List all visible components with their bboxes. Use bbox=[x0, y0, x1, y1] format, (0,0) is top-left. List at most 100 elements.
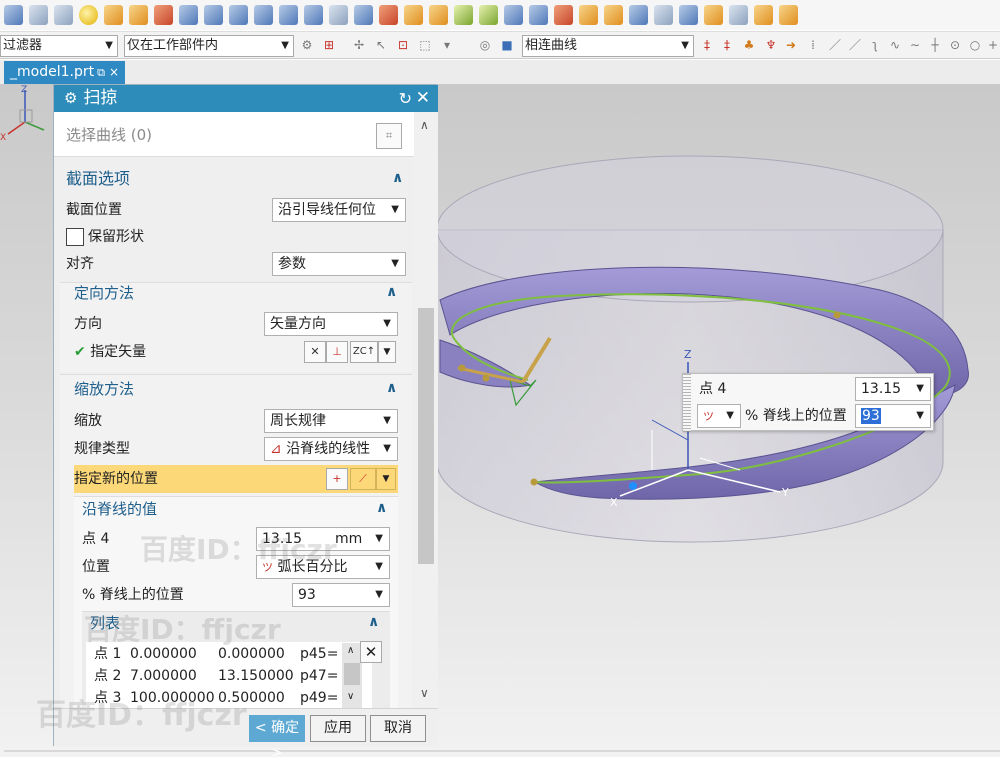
curve-select-icon[interactable]: ⌗ bbox=[376, 123, 402, 149]
point-icon[interactable] bbox=[479, 5, 498, 25]
close-icon[interactable]: × bbox=[109, 65, 119, 79]
intersect-icon[interactable]: ‡ bbox=[700, 38, 714, 52]
reset-icon[interactable]: ↻ bbox=[399, 85, 412, 112]
line-icon[interactable]: ／ bbox=[828, 38, 842, 52]
scroll-thumb[interactable] bbox=[418, 308, 434, 564]
pin-icon[interactable]: ⧉ bbox=[97, 66, 105, 79]
table-cell[interactable]: p45= bbox=[300, 643, 338, 665]
chevron-up-icon[interactable]: ∧ bbox=[386, 284, 397, 300]
sphere-icon[interactable] bbox=[79, 5, 98, 25]
scope-dropdown[interactable]: 仅在工作部件内 ▼ bbox=[124, 35, 294, 57]
curve-rule-dropdown[interactable]: 相连曲线 ▼ bbox=[522, 35, 694, 57]
draft-icon[interactable] bbox=[379, 5, 398, 25]
shell-icon[interactable] bbox=[254, 5, 273, 25]
chevron-up-icon[interactable]: ∧ bbox=[347, 645, 354, 656]
orientation-header[interactable]: 定向方法 bbox=[74, 278, 134, 308]
nx5-icon[interactable] bbox=[154, 5, 173, 25]
scaling-header[interactable]: 缩放方法 bbox=[74, 374, 134, 404]
select-filter-icon[interactable]: ⊞ bbox=[322, 38, 336, 52]
snap-icon[interactable]: ⚙ bbox=[300, 38, 314, 52]
pattern-icon[interactable] bbox=[429, 5, 448, 25]
curve-icon[interactable] bbox=[454, 5, 473, 25]
revolve-icon[interactable] bbox=[204, 5, 223, 25]
remove-point-icon[interactable]: ✕ bbox=[360, 641, 382, 663]
osi-percent-field[interactable]: 93 ▼ bbox=[855, 404, 931, 428]
inferred-vector-icon[interactable]: ⊥ bbox=[326, 341, 348, 363]
arrow-right-icon[interactable]: ➜ bbox=[784, 38, 798, 52]
zc-axis-icon[interactable]: ZC↑ bbox=[350, 341, 378, 363]
chevron-up-icon[interactable]: ∧ bbox=[376, 500, 387, 516]
percent-field[interactable]: 93 ▼ bbox=[292, 583, 390, 607]
dialog-title-bar[interactable]: ⚙ 扫掠 ↻ ✕ bbox=[54, 85, 438, 112]
law-type-dropdown[interactable]: ⊿ 沿脊线的线性 ▼ bbox=[264, 437, 398, 461]
circle-icon[interactable]: ○ bbox=[968, 38, 982, 52]
view-icon[interactable] bbox=[679, 5, 698, 25]
offset-icon[interactable] bbox=[329, 5, 348, 25]
ok-button[interactable]: < 确定 > bbox=[249, 715, 305, 757]
table-cell[interactable]: 点 2 bbox=[94, 665, 121, 687]
table-cell[interactable]: 13.150000 bbox=[218, 665, 294, 687]
cursor-icon[interactable]: ↖ bbox=[374, 38, 388, 52]
edit-icon[interactable] bbox=[754, 5, 773, 25]
mirror-icon[interactable] bbox=[529, 5, 548, 25]
chevron-down-icon[interactable]: ∨ bbox=[347, 691, 354, 702]
spline-icon[interactable]: ∿ bbox=[888, 38, 902, 52]
lasso-select-icon[interactable]: ▾ bbox=[440, 38, 454, 52]
face-icon[interactable] bbox=[354, 5, 373, 25]
measure-icon[interactable] bbox=[654, 5, 673, 25]
book-icon[interactable] bbox=[504, 5, 523, 25]
tab-model-prt[interactable]: _model1.prt ⧉ × bbox=[4, 61, 126, 84]
table-scroll-thumb[interactable] bbox=[344, 663, 360, 685]
chevron-up-icon[interactable]: ∧ bbox=[420, 118, 429, 132]
cone-icon[interactable] bbox=[54, 5, 73, 25]
chevron-up-icon[interactable]: ∧ bbox=[392, 170, 403, 186]
sweep-icon[interactable] bbox=[229, 5, 248, 25]
drag-grip[interactable] bbox=[683, 374, 691, 432]
line-icon[interactable]: ／ bbox=[848, 38, 862, 52]
filter-dropdown[interactable]: 过滤器 ▼ bbox=[0, 35, 118, 57]
sheet-icon[interactable] bbox=[579, 5, 598, 25]
vector-dialog-icon[interactable]: ✕ bbox=[304, 341, 326, 363]
chevron-down-icon[interactable]: ▼ bbox=[378, 341, 396, 363]
direction-dropdown[interactable]: 矢量方向 ▼ bbox=[264, 312, 398, 336]
tube-icon[interactable] bbox=[104, 5, 123, 25]
bridge-icon[interactable] bbox=[304, 5, 323, 25]
fold-icon[interactable] bbox=[554, 5, 573, 25]
thicken-icon[interactable] bbox=[129, 5, 148, 25]
point-dialog-icon[interactable]: + bbox=[326, 468, 348, 490]
chevron-up-icon[interactable]: ∧ bbox=[368, 614, 379, 630]
section-options-header[interactable]: 截面选项 bbox=[66, 164, 130, 194]
gear-icon[interactable]: ⚙ bbox=[64, 89, 77, 107]
stack-icon[interactable] bbox=[729, 5, 748, 25]
plus-icon[interactable]: + bbox=[986, 38, 1000, 52]
section-position-dropdown[interactable]: 沿引导线任何位 ▼ bbox=[272, 198, 406, 222]
view-select-icon[interactable]: ◎ bbox=[478, 38, 492, 52]
arc-icon[interactable]: ʅ bbox=[868, 38, 882, 52]
osi-point-value-field[interactable]: 13.15 ▼ bbox=[855, 377, 931, 401]
wave-icon[interactable]: ∼ bbox=[908, 38, 922, 52]
osi-location-mode-dropdown[interactable]: ツ ▼ bbox=[697, 404, 741, 428]
table-scrollbar[interactable]: ∧ ∨ bbox=[342, 643, 362, 709]
box-select-icon[interactable]: ⬚ bbox=[418, 38, 432, 52]
cancel-button[interactable]: 取消 bbox=[370, 715, 426, 742]
cylinder-icon[interactable] bbox=[29, 5, 48, 25]
feature-select-icon[interactable]: ⊡ bbox=[396, 38, 410, 52]
block-icon[interactable] bbox=[4, 5, 23, 25]
tangent-icon[interactable]: ‡ bbox=[720, 38, 734, 52]
spine-values-header[interactable]: 沿脊线的值 bbox=[82, 494, 157, 524]
follow-fillet-icon[interactable]: ♆ bbox=[764, 38, 778, 52]
snap-point-icon[interactable]: ⁞ bbox=[806, 38, 820, 52]
chamfer-icon[interactable] bbox=[404, 5, 423, 25]
circle-icon[interactable]: ⊙ bbox=[948, 38, 962, 52]
point-pick-icon[interactable]: ⟋ bbox=[350, 468, 376, 490]
dialog-scrollbar[interactable]: ∧ ∨ bbox=[414, 112, 438, 708]
apply-button[interactable]: 应用 bbox=[310, 715, 366, 742]
trim-icon[interactable] bbox=[279, 5, 298, 25]
plus-icon[interactable]: ┼ bbox=[928, 38, 942, 52]
align-dropdown[interactable]: 参数 ▼ bbox=[272, 252, 406, 276]
select-mode-icon[interactable]: ✢ bbox=[352, 38, 366, 52]
table-cell[interactable]: 7.000000 bbox=[130, 665, 197, 687]
select-curve-row[interactable]: 选择曲线 (0) ⌗ bbox=[54, 112, 414, 157]
preserve-shape-checkbox[interactable] bbox=[66, 228, 84, 246]
extrude-icon[interactable] bbox=[179, 5, 198, 25]
